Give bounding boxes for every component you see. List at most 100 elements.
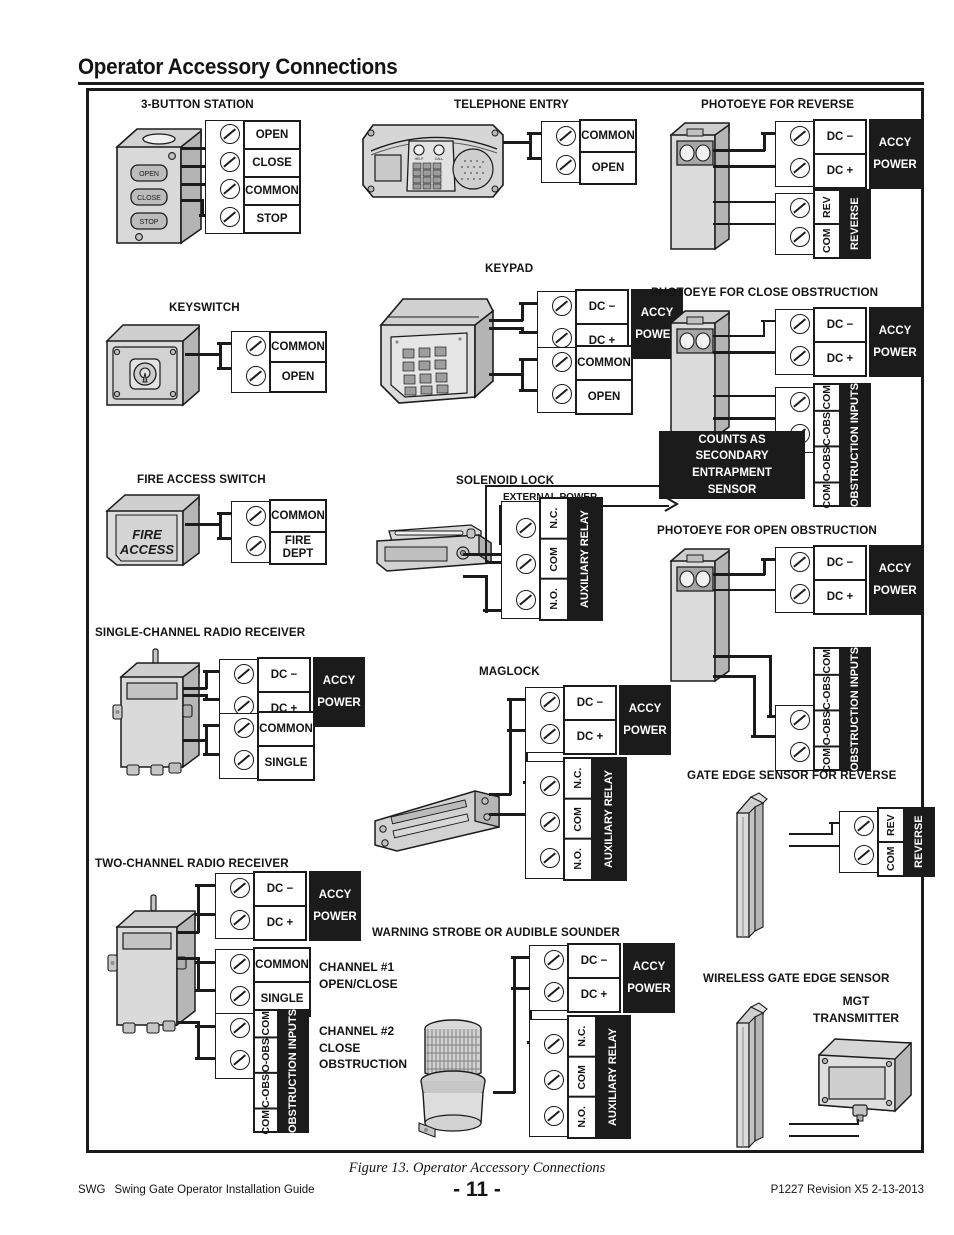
section-title-3-button-station: 3-BUTTON STATION [141,97,254,111]
keyswitch-device [103,319,207,415]
relay-cell: N.O. [541,578,567,620]
terminal-label: DC − [270,669,298,681]
mgt-transmitter-label: MGT TRANSMITTER [813,993,899,1026]
reverse-bar: REVERSE [839,189,871,259]
terminal-screw [790,346,810,366]
obstruction-inputs-block-photoeye-close: COM C-OBS O-OBS COM OBSTRUCTION INPUTS [813,383,871,509]
channel1-note-line: OPEN/CLOSE [319,976,398,991]
terminal-screw [552,296,572,316]
wire [185,523,221,527]
terminal-screw [230,910,250,930]
terminal-label: DC + [565,719,615,753]
power-label-box-two-radio: DC − DC + [253,871,307,941]
secondary-entrapment-note: COUNTS AS SECONDARY ENTRAPMENT SENSOR [659,431,805,499]
obstruction-cell: COM [815,481,839,509]
section-title-gate-edge-reverse: GATE EDGE SENSOR FOR REVERSE [687,768,897,782]
wire [713,201,775,204]
wire [183,694,207,698]
terminal-label: COMMON [271,510,325,522]
terminal-screw [790,392,810,412]
svg-text:FIRE: FIRE [132,527,162,542]
obstruction-cell: COM [821,385,833,410]
terminal-label: DC − [266,883,294,895]
obstruction-cell: C-OBS [255,1071,277,1108]
relay-cell: COM [565,797,591,839]
wire [713,335,765,338]
reverse-block-gate-edge: REV COM REVERSE [877,807,935,877]
terminal-screw [790,158,810,178]
accy-power-block-strobe: ACCY POWER [623,943,675,1013]
wire [489,327,523,331]
channel2-note-line: CHANNEL #2 [319,1024,395,1038]
terminal-label-line: DEPT [282,548,314,560]
obstruction-inputs-bar: OBSTRUCTION INPUTS [839,383,871,507]
relay-cell: N.C. [576,1025,588,1047]
terminal-screw [790,198,810,218]
terminal-screw [516,554,536,574]
terminal-label-box-fire-access: COMMON FIRE DEPT [269,499,327,565]
terminal-screw [540,848,560,868]
terminal-screw [230,1050,250,1070]
terminal-label: COMMON [255,959,309,971]
terminal-screw [790,710,810,730]
terminal-screw [220,124,240,144]
terminal-label: DC − [826,131,854,143]
wire [509,699,513,795]
terminal-screw [790,742,810,762]
terminal-label: DC − [826,557,854,569]
wire [197,957,201,991]
accy-power-block-maglock: ACCY POWER [619,685,671,755]
note-line: COUNTS AS [698,433,766,446]
note-line: SENSOR [707,483,757,496]
terminal-label: DC + [815,341,865,375]
svg-text:CALL: CALL [435,157,444,161]
power-label: POWER [627,983,671,995]
accy-label: ACCY [628,702,662,715]
wire [197,1021,201,1059]
relay-cell: N.O. [569,1096,595,1138]
terminal-screw [544,950,564,970]
wire [185,353,219,357]
terminal-label: COMMON [245,176,299,204]
terminal-screw [220,152,240,172]
channel1-note: CHANNEL #1 OPEN/CLOSE [319,959,398,992]
terminal-screw [552,352,572,372]
terminal-label: OPEN [255,129,289,141]
obstruction-cell: O-OBS [815,709,839,746]
wire [489,319,523,323]
terminal-screw [854,845,874,865]
wire [763,559,767,575]
svg-text:HELP: HELP [415,157,425,161]
wire [485,485,488,563]
signal-label-box-single-radio: COMMON SINGLE [257,711,315,781]
wire [183,739,207,743]
accy-power-block-photoeye-reverse: ACCY POWER [869,119,921,189]
channel1-label-box: COMMON SINGLE [253,947,311,1017]
wire [857,1119,860,1125]
channel1-note-line: CHANNEL #1 [319,960,395,974]
terminal-label-box-3-button: OPEN CLOSE COMMON STOP [243,120,301,234]
wire [713,655,771,659]
wire [713,165,783,169]
terminal-screw [556,155,576,175]
reverse-bar: REVERSE [903,807,935,877]
wire [183,687,207,691]
wire [197,885,201,933]
terminal-label: DC + [255,905,305,939]
fire-access-switch-device: FIRE ACCESS [103,491,209,575]
warning-strobe-device [401,1011,505,1139]
telephone-entry-device: HELP CALL [361,119,507,203]
terminal-label: DC − [588,301,616,313]
terminal-label: COMMON [259,723,313,735]
terminal-screw [540,724,560,744]
page-root: Operator Accessory Connections 3-BUTTON … [0,0,954,1235]
accy-power-block-single-radio: ACCY POWER [313,657,365,727]
terminal-label: COMMON [577,357,631,369]
accy-label: ACCY [878,136,912,149]
power-label: POWER [873,585,917,597]
section-title-single-channel-radio: SINGLE-CHANNEL RADIO RECEIVER [95,625,306,639]
terminal-screw [790,126,810,146]
power-label: POWER [873,159,917,171]
terminal-screw [552,328,572,348]
terminal-label: DC + [815,579,865,613]
